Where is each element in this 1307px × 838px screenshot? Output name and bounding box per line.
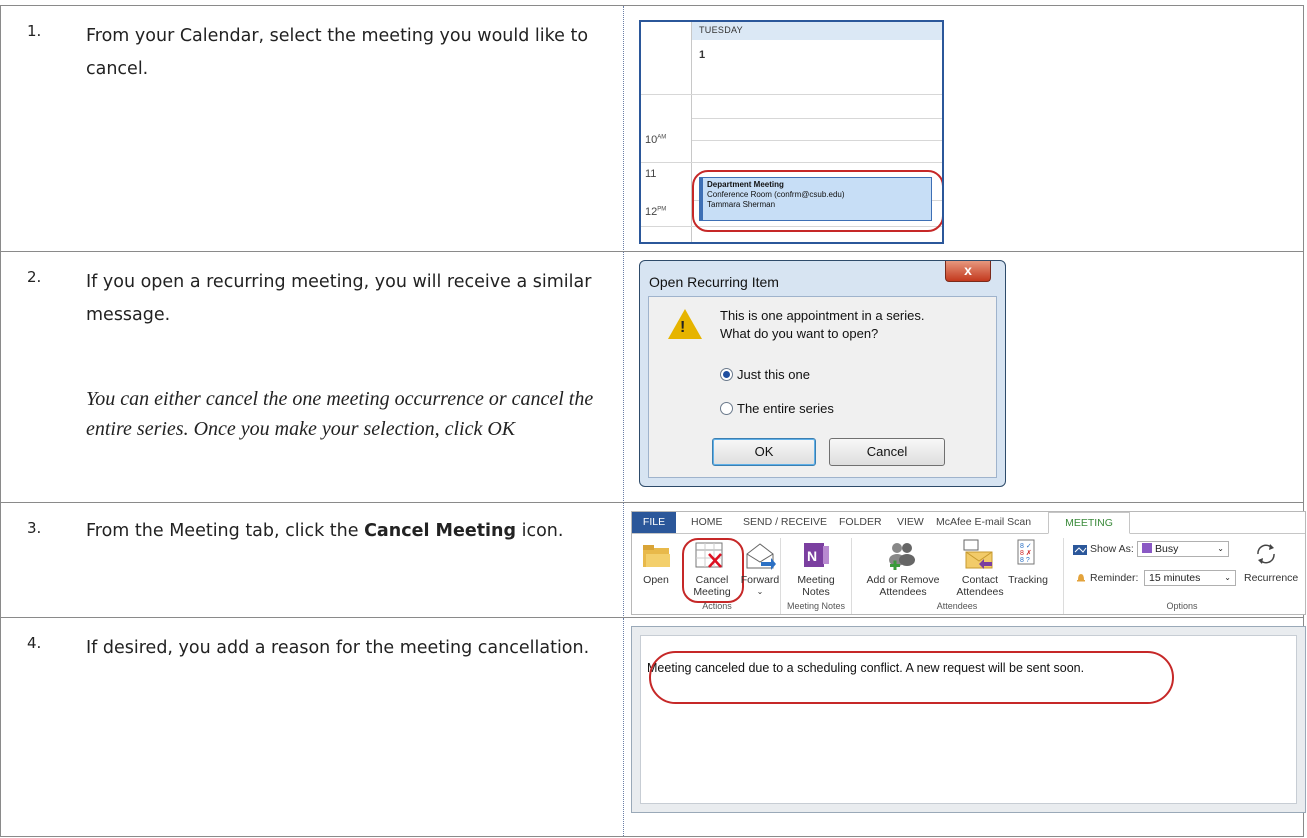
radio-selected-icon [720, 368, 733, 381]
reminder-label: Reminder: [1090, 572, 1139, 584]
radio-just-this-one[interactable]: Just this one [720, 367, 810, 382]
close-button[interactable]: x [945, 261, 991, 282]
add-remove-attendees-button[interactable]: Add or Remove Attendees [858, 574, 948, 598]
step-row-3: 3. From the Meeting tab, click the Cance… [0, 502, 1306, 618]
dropdown-arrow-icon: ⌄ [756, 587, 764, 596]
svg-text:8 ✗: 8 ✗ [1020, 549, 1032, 557]
highlight-circle [649, 651, 1174, 704]
step-row-2: 2. If you open a recurring meeting, you … [0, 251, 1304, 503]
step-instruction: If you open a recurring meeting, you wil… [86, 272, 592, 325]
tab-folder[interactable]: FOLDER [839, 516, 882, 528]
hour-gridline [641, 94, 942, 95]
open-recurring-item-dialog: Open Recurring Item x ! This is one appo… [639, 260, 1006, 487]
bell-icon [1077, 574, 1085, 582]
tracking-icon: 8 ✓8 ✗8 ? [1017, 539, 1035, 565]
show-as-dropdown[interactable]: Busy ⌄ [1137, 541, 1229, 557]
chevron-down-icon: ⌄ [1224, 573, 1231, 582]
step-number: 1. [27, 22, 42, 40]
step-image-cell: FILE HOME SEND / RECEIVE FOLDER VIEW McA… [623, 503, 1306, 618]
step-text-cell: 4. If desired, you add a reason for the … [0, 618, 624, 836]
step-number: 2. [27, 268, 42, 286]
meeting-notes-button[interactable]: Meeting Notes [788, 574, 844, 598]
recurrence-button[interactable]: Recurrence [1244, 572, 1298, 584]
dialog-body: ! This is one appointment in a series. W… [648, 296, 997, 478]
tab-send-receive[interactable]: SEND / RECEIVE [743, 516, 827, 528]
step-note: You can either cancel the one meeting oc… [86, 388, 594, 440]
hour-gridline [692, 118, 942, 119]
group-separator [851, 538, 852, 614]
contact-attendees-icon [963, 539, 993, 569]
step-instruction: If desired, you add a reason for the mee… [86, 638, 590, 658]
tab-view[interactable]: VIEW [897, 516, 924, 528]
hour-label-12: 12PM [645, 206, 667, 218]
step-instruction: From your Calendar, select the meeting y… [86, 26, 589, 79]
step-instruction: From the Meeting tab, click the Cancel M… [86, 521, 564, 541]
day-label: TUESDAY [699, 25, 743, 35]
show-as-label: Show As: [1090, 543, 1134, 555]
chevron-down-icon: ⌄ [1217, 544, 1224, 553]
busy-color-swatch [1142, 543, 1152, 553]
recurrence-icon [1257, 544, 1275, 564]
ribbon-tab-bar: FILE HOME SEND / RECEIVE FOLDER VIEW McA… [632, 512, 1305, 534]
reminder-dropdown[interactable]: 15 minutes ⌄ [1144, 570, 1236, 586]
hour-label-11: 11 [645, 168, 657, 180]
highlight-circle [682, 538, 744, 603]
folder-icon [643, 545, 670, 567]
instruction-table: 1. From your Calendar, select the meetin… [0, 0, 1306, 837]
group-label-options: Options [1166, 601, 1198, 611]
radio-empty-icon [720, 402, 733, 415]
highlight-circle [692, 170, 942, 232]
show-as-icon [1073, 545, 1087, 555]
tab-file[interactable]: FILE [632, 512, 676, 533]
svg-text:8 ✓: 8 ✓ [1020, 543, 1032, 550]
tracking-button[interactable]: Tracking [1006, 574, 1050, 586]
step-number: 4. [27, 634, 42, 652]
forward-icon [746, 543, 776, 570]
step-text-cell: 3. From the Meeting tab, click the Cance… [0, 503, 624, 618]
contact-attendees-button[interactable]: Contact Attendees [952, 574, 1008, 598]
cancel-button[interactable]: Cancel [829, 438, 945, 466]
svg-text:8 ?: 8 ? [1020, 557, 1030, 564]
warning-mark: ! [680, 319, 686, 336]
step-image-cell: Open Recurring Item x ! This is one appo… [623, 252, 1304, 503]
hour-label-10: 10AM [645, 134, 667, 146]
onenote-icon: N [804, 543, 829, 567]
open-button[interactable]: Open [640, 574, 672, 586]
add-attendees-icon [889, 543, 915, 570]
group-label-attendees: Attendees [936, 601, 978, 611]
step-image-cell: TUESDAY 1 10AM 11 12PM Department Meetin… [623, 6, 1304, 252]
day-number: 1 [699, 49, 706, 61]
radio-entire-series[interactable]: The entire series [720, 401, 834, 416]
message-body-editor: Meeting canceled due to a scheduling con… [631, 626, 1306, 813]
ok-button[interactable]: OK [712, 438, 816, 466]
tab-home[interactable]: HOME [691, 516, 723, 528]
step-row-4: 4. If desired, you add a reason for the … [0, 617, 1306, 837]
dialog-title: Open Recurring Item [649, 274, 779, 290]
step-row-1: 1. From your Calendar, select the meetin… [0, 5, 1304, 252]
group-separator [1063, 538, 1064, 614]
outlook-ribbon: FILE HOME SEND / RECEIVE FOLDER VIEW McA… [631, 511, 1306, 615]
hour-gridline [692, 140, 942, 141]
group-label-meeting-notes: Meeting Notes [786, 601, 846, 611]
step-number: 3. [27, 519, 42, 537]
step-text-cell: 1. From your Calendar, select the meetin… [0, 6, 624, 252]
dialog-message: This is one appointment in a series. Wha… [720, 308, 925, 341]
forward-button[interactable]: Forward ⌄ [736, 574, 784, 598]
hour-gridline [641, 162, 942, 163]
tab-meeting[interactable]: MEETING [1048, 512, 1130, 534]
calendar-view: TUESDAY 1 10AM 11 12PM Department Meetin… [639, 20, 944, 244]
svg-text:N: N [807, 548, 817, 564]
step-image-cell: Meeting canceled due to a scheduling con… [623, 618, 1306, 836]
step-text-cell: 2. If you open a recurring meeting, you … [0, 252, 624, 503]
group-separator [780, 538, 781, 614]
group-label-actions: Actions [702, 601, 732, 611]
tab-mcafee[interactable]: McAfee E-mail Scan [936, 516, 1031, 528]
